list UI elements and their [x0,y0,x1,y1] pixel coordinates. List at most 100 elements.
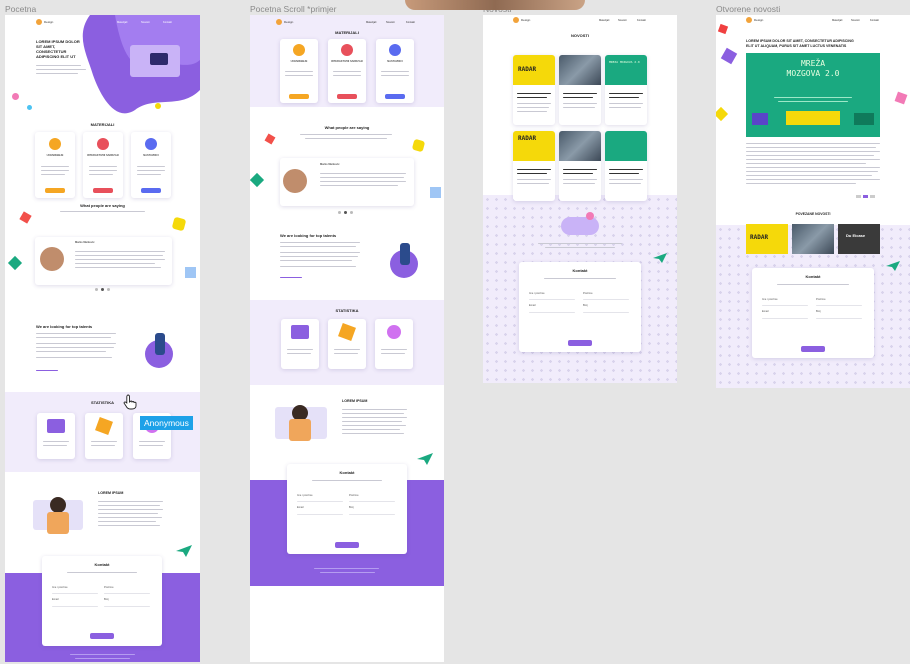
send-button[interactable] [335,542,359,548]
related-news-card[interactable] [792,224,834,254]
lorem-line [98,501,163,503]
material-card[interactable]: NASTAVNICI [376,39,414,103]
nav-link-novosti[interactable]: Novosti [618,19,627,22]
carousel-dot[interactable] [350,211,353,214]
nav-link-novosti[interactable]: Novosti [851,19,860,22]
name-field[interactable] [297,501,343,503]
carousel-dot[interactable] [338,211,341,214]
related-news-card[interactable]: RADAR [746,224,788,254]
send-button[interactable] [801,346,825,352]
material-card[interactable]: INTERAKTIVNI SADRZAJI [328,39,366,103]
talents-link[interactable] [280,277,302,279]
material-card[interactable]: NASTAVNICI [131,132,171,198]
carousel-dot[interactable] [95,288,98,291]
nav-link-kontakt[interactable]: Kontakt [637,19,646,22]
page-current[interactable] [863,195,868,198]
news-card[interactable] [559,131,601,201]
banner-badge [854,113,874,125]
news-card[interactable]: RADAR [513,55,555,125]
nav-link-materijali[interactable]: Materijali [599,19,609,22]
email-field[interactable] [297,514,343,516]
frame-label-pocetna-scroll[interactable]: Pocetna Scroll *primjer [250,4,336,14]
page-next[interactable] [870,195,875,198]
materials-title: MATERIJALI [90,122,115,127]
decor-shape [720,47,738,65]
carousel-dot-active[interactable] [101,288,104,291]
logo-icon[interactable] [746,17,752,23]
news-text-line [517,179,551,181]
material-button[interactable] [45,188,65,193]
card-line [137,166,165,168]
stat-line [381,349,407,351]
lorem-line [98,517,162,519]
nav-link-materijali[interactable]: Materijali [117,21,127,24]
logo-icon[interactable] [276,19,282,25]
carousel-dot-active[interactable] [344,211,347,214]
banner-logo-strip [786,111,840,125]
surname-field[interactable] [104,593,150,595]
nav-link-kontakt[interactable]: Kontakt [163,21,172,24]
carousel-dot[interactable] [107,288,110,291]
material-button[interactable] [141,188,161,193]
nav-link-kontakt[interactable]: Kontakt [870,19,879,22]
talents-link[interactable] [36,370,58,372]
material-button[interactable] [93,188,113,193]
nav-link-novosti[interactable]: Novosti [386,21,395,24]
news-card[interactable]: RADAR [513,131,555,201]
material-button[interactable] [289,94,309,99]
contact-title: Kontakt [339,470,355,475]
article-line [746,183,856,185]
name-field[interactable] [762,305,808,307]
nav-link-materijali[interactable]: Materijali [366,21,376,24]
name-field[interactable] [52,593,98,595]
frame-otvorene-novosti[interactable]: Design Materijali Novosti Kontakt LOREM … [716,15,910,388]
frame-label-otvorene-novosti[interactable]: Otvorene novosti [716,4,780,14]
phone-field[interactable] [583,312,629,314]
news-card[interactable] [605,131,647,201]
name-field[interactable] [529,299,575,301]
article-line [746,175,872,177]
card-line [137,174,161,176]
email-field[interactable] [529,312,575,314]
surname-field[interactable] [816,305,862,307]
surname-field[interactable] [583,299,629,301]
phone-field[interactable] [349,514,395,516]
phone-field[interactable] [104,606,150,608]
material-card[interactable]: INTERAKTIVNI SADRZAJI [83,132,123,198]
logo-text[interactable]: Design [44,20,53,24]
frame-novosti[interactable]: Design Materijali Novosti Kontakt NOVOST… [483,15,677,383]
send-button[interactable] [90,633,114,639]
frame-pocetna[interactable]: Design Materijali Novosti Kontakt LOREM … [5,15,200,662]
logo-text[interactable]: Design [284,20,293,24]
material-card[interactable]: UCENIKEBJE [280,39,318,103]
hand-cursor-icon [123,394,137,410]
material-button[interactable] [337,94,357,99]
email-field[interactable] [52,606,98,608]
page-prev[interactable] [856,195,861,198]
nav-link-materijali[interactable]: Materijali [832,19,842,22]
nav-link-novosti[interactable]: Novosti [141,21,150,24]
news-card-image [559,55,601,85]
news-card[interactable]: MREZA MOZGOVA 2.0 [605,55,647,125]
email-field[interactable] [762,318,808,320]
lorem-title: LOREM IPSUM [98,491,124,495]
logo-text[interactable]: Design [521,18,530,22]
news-card[interactable] [559,55,601,125]
related-news-card[interactable]: Du Eicase [838,224,880,254]
logo-icon[interactable] [36,19,42,25]
pagination[interactable] [856,195,880,198]
material-button[interactable] [385,94,405,99]
field-label: Broj [349,506,354,509]
frame-pocetna-scroll[interactable]: Design Materijali Novosti Kontakt MATERI… [250,15,444,662]
logo-icon[interactable] [513,17,519,23]
frame-label-pocetna[interactable]: Pocetna [5,4,36,14]
news-text-line [563,103,597,105]
card-line [41,170,69,172]
phone-field[interactable] [816,318,862,320]
logo-text[interactable]: Design [754,18,763,22]
surname-field[interactable] [349,501,395,503]
material-card[interactable]: UCENIKEBJE [35,132,75,198]
article-line [746,167,880,169]
nav-link-kontakt[interactable]: Kontakt [406,21,415,24]
send-button[interactable] [568,340,592,346]
